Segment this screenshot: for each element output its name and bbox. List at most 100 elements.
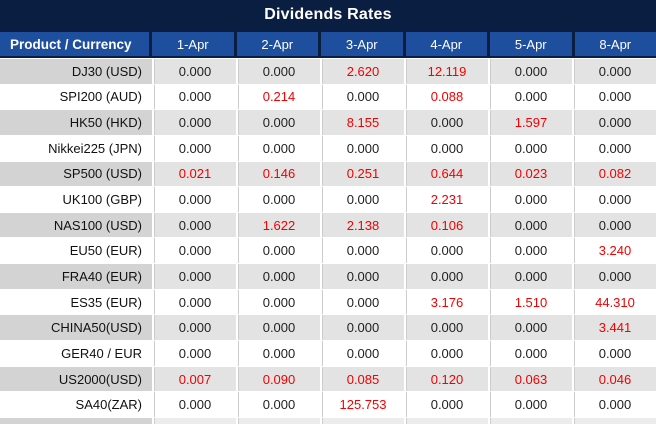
product-cell: EU50 (EUR) [0, 238, 152, 264]
product-cell: SA40(ZAR) [0, 392, 152, 417]
value-cell: 0.000 [572, 135, 656, 161]
table-row: FRA40 (EUR) 0.000 0.000 0.000 0.000 0.000 0.00… [0, 263, 656, 289]
value-cell: 0.000 [572, 187, 656, 212]
value-cell: 12.119 [404, 59, 488, 84]
table-row: GER40 / EUR 0.000 0.000 0.000 0.000 0.000 0.00… [0, 340, 656, 366]
column-header-3-apr: 3-Apr [321, 32, 403, 56]
value-cell: 0.000 [572, 392, 656, 417]
partial-product-cell [0, 418, 152, 424]
value-cell: 0.000 [404, 110, 488, 135]
value-cell: 0.000 [488, 264, 572, 289]
table-row: Nikkei225 (JPN) 0.000 0.000 0.000 0.000 0.000… [0, 134, 656, 161]
value-cell: 0.000 [236, 110, 320, 135]
value-cell: 0.000 [320, 238, 404, 264]
product-cell: ES35 (EUR) [0, 289, 152, 315]
product-cell: UK100 (GBP) [0, 187, 152, 212]
value-cell: 0.000 [236, 315, 320, 341]
value-cell: 0.082 [572, 161, 656, 187]
value-cell: 0.000 [404, 238, 488, 264]
product-cell: GER40 / EUR [0, 341, 152, 366]
table-row: HK50 (HKD) 0.000 0.000 8.155 0.000 1.597 0.000 [0, 109, 656, 135]
value-cell: 0.000 [572, 264, 656, 289]
value-cell: 0.000 [488, 212, 572, 238]
product-cell: HK50 (HKD) [0, 110, 152, 135]
value-cell: 0.106 [404, 212, 488, 238]
table-header-row: Product / Currency 1-Apr 2-Apr 3-Apr 4-Apr 5… [0, 30, 656, 58]
value-cell: 0.000 [488, 392, 572, 417]
value-cell: 0.000 [404, 264, 488, 289]
value-cell: 2.138 [320, 212, 404, 238]
value-cell: 0.000 [572, 110, 656, 135]
value-cell: 0.000 [236, 187, 320, 212]
table-row: EU50 (EUR) 0.000 0.000 0.000 0.000 0.000 3.240 [0, 237, 656, 264]
value-cell: 0.088 [404, 84, 488, 110]
table-row: SPI200 (AUD) 0.000 0.214 0.000 0.088 0.000 0.0… [0, 83, 656, 110]
value-cell: 0.000 [404, 341, 488, 366]
value-cell: 0.120 [404, 366, 488, 392]
value-cell: 0.000 [152, 315, 236, 341]
product-cell: DJ30 (USD) [0, 59, 152, 84]
column-header-product-currency: Product / Currency [0, 32, 149, 56]
page-title: Dividends Rates [264, 6, 392, 23]
table-body: DJ30 (USD) 0.000 0.000 2.620 12.119 0.000 0.00… [0, 58, 656, 417]
value-cell: 0.000 [152, 264, 236, 289]
value-cell: 0.007 [152, 366, 236, 392]
column-header-2-apr: 2-Apr [236, 32, 318, 56]
value-cell: 0.000 [488, 315, 572, 341]
value-cell: 0.000 [152, 392, 236, 417]
value-cell: 0.000 [488, 135, 572, 161]
value-cell: 0.214 [236, 84, 320, 110]
value-cell: 2.231 [404, 187, 488, 212]
value-cell: 0.000 [404, 135, 488, 161]
value-cell: 0.000 [404, 392, 488, 417]
column-header-8-apr: 8-Apr [574, 32, 656, 56]
value-cell: 0.000 [320, 315, 404, 341]
value-cell: 0.000 [488, 238, 572, 264]
value-cell: 0.146 [236, 161, 320, 187]
partial-value-cell [488, 418, 572, 424]
product-cell: FRA40 (EUR) [0, 264, 152, 289]
table-row: NAS100 (USD) 0.000 1.622 2.138 0.106 0.000 0.0… [0, 211, 656, 238]
product-cell: SP500 (USD) [0, 161, 152, 187]
value-cell: 0.000 [236, 264, 320, 289]
value-cell: 2.620 [320, 59, 404, 84]
value-cell: 0.021 [152, 161, 236, 187]
column-header-4-apr: 4-Apr [405, 32, 487, 56]
value-cell: 0.000 [152, 341, 236, 366]
value-cell: 0.000 [320, 84, 404, 110]
dividends-rates-panel: Dividends Rates Product / Currency 1-Apr… [0, 0, 656, 424]
value-cell: 0.000 [488, 59, 572, 84]
value-cell: 0.000 [320, 264, 404, 289]
partial-value-cell [320, 418, 404, 424]
value-cell: 0.046 [572, 366, 656, 392]
product-cell: US2000(USD) [0, 366, 152, 392]
value-cell: 0.000 [236, 135, 320, 161]
partial-value-cell [572, 418, 656, 424]
value-cell: 0.000 [152, 289, 236, 315]
value-cell: 0.023 [488, 161, 572, 187]
value-cell: 3.240 [572, 238, 656, 264]
value-cell: 1.597 [488, 110, 572, 135]
value-cell: 0.251 [320, 161, 404, 187]
value-cell: 3.441 [572, 315, 656, 341]
partial-value-cell [152, 418, 236, 424]
value-cell: 0.644 [404, 161, 488, 187]
value-cell: 0.000 [404, 315, 488, 341]
value-cell: 0.000 [320, 341, 404, 366]
value-cell: 0.090 [236, 366, 320, 392]
value-cell: 0.000 [152, 59, 236, 84]
value-cell: 0.000 [572, 84, 656, 110]
value-cell: 0.000 [152, 84, 236, 110]
value-cell: 0.000 [152, 135, 236, 161]
partial-next-row [0, 417, 656, 424]
column-header-1-apr: 1-Apr [152, 32, 234, 56]
value-cell: 0.000 [152, 238, 236, 264]
value-cell: 0.000 [572, 59, 656, 84]
product-cell: CHINA50(USD) [0, 315, 152, 341]
value-cell: 0.000 [152, 212, 236, 238]
value-cell: 0.000 [236, 238, 320, 264]
value-cell: 0.063 [488, 366, 572, 392]
value-cell: 0.000 [320, 187, 404, 212]
value-cell: 0.085 [320, 366, 404, 392]
value-cell: 0.000 [152, 187, 236, 212]
